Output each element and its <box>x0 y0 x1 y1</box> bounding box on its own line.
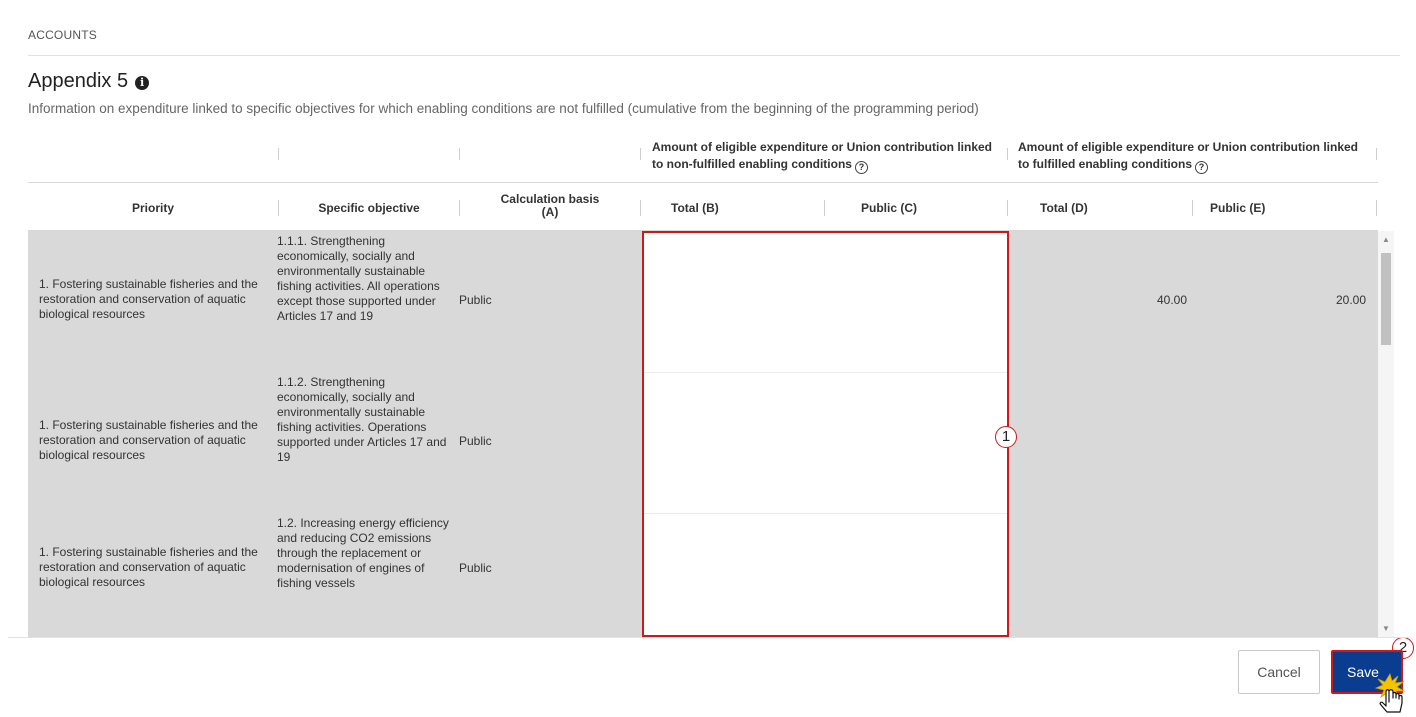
breadcrumb-divider <box>28 55 1400 56</box>
column-header-calculation-basis[interactable]: Calculation basis (A) <box>460 193 640 219</box>
cell-calculation-basis: Public <box>459 434 492 448</box>
group-header-fulfilled-label: Amount of eligible expenditure or Union … <box>1018 140 1358 171</box>
column-header-public-e[interactable]: Public (E) <box>1193 201 1376 215</box>
cell-public-c-input[interactable] <box>825 373 1008 513</box>
column-header-priority[interactable]: Priority <box>28 201 278 215</box>
cell-specific-objective: 1.1.1. Strengthening economically, socia… <box>277 234 440 323</box>
column-header-calculation-basis-line2: (A) <box>541 205 559 219</box>
column-header-total-d[interactable]: Total (D) <box>1008 201 1192 215</box>
table-group-header: Amount of eligible expenditure or Union … <box>28 127 1378 183</box>
appendix-table: Amount of eligible expenditure or Union … <box>28 127 1394 637</box>
cell-public-c-input[interactable] <box>825 514 1008 637</box>
column-separator <box>278 148 279 160</box>
cell-public-c-input[interactable] <box>825 231 1008 372</box>
help-icon[interactable]: ? <box>854 161 868 174</box>
column-separator <box>1376 148 1377 160</box>
group-header-non-fulfilled-label: Amount of eligible expenditure or Union … <box>652 140 992 171</box>
column-separator <box>1007 148 1008 160</box>
editable-cells-non-fulfilled[interactable] <box>642 231 1008 637</box>
cell-calculation-basis: Public <box>459 561 492 575</box>
cell-priority: 1. Fostering sustainable fisheries and t… <box>39 545 258 589</box>
column-separator <box>1376 200 1377 216</box>
cancel-button[interactable]: Cancel <box>1238 650 1320 694</box>
callout-marker-1: 1 <box>995 426 1017 448</box>
column-separator <box>459 148 460 160</box>
cell-specific-objective: 1.1.2. Strengthening economically, socia… <box>277 375 447 464</box>
column-header-public-c[interactable]: Public (C) <box>825 201 1007 215</box>
breadcrumb: ACCOUNTS <box>28 28 97 42</box>
footer-divider <box>8 637 1408 638</box>
page-subtitle: Information on expenditure linked to spe… <box>28 101 979 116</box>
page-title-text: Appendix 5 <box>28 70 129 92</box>
table-column-header: Priority Specific objective Calculation … <box>28 183 1378 231</box>
cell-total-b-input[interactable] <box>642 514 825 637</box>
cell-total-b-input[interactable] <box>642 231 825 372</box>
cell-priority: 1. Fostering sustainable fisheries and t… <box>39 418 258 462</box>
cell-total-b-input[interactable] <box>642 373 825 513</box>
help-icon[interactable]: ? <box>1195 161 1208 174</box>
cell-calculation-basis: Public <box>459 293 492 307</box>
group-header-non-fulfilled: Amount of eligible expenditure or Union … <box>652 139 997 174</box>
cell-specific-objective: 1.2. Increasing energy efficiency and re… <box>277 516 449 590</box>
column-header-total-b[interactable]: Total (B) <box>641 201 824 215</box>
page-title: Appendix 5 i <box>28 70 150 93</box>
table-body: 1. Fostering sustainable fisheries and t… <box>28 231 1378 637</box>
scrollbar-thumb[interactable] <box>1381 253 1391 345</box>
info-icon[interactable]: i <box>135 76 150 90</box>
group-header-fulfilled: Amount of eligible expenditure or Union … <box>1018 139 1363 174</box>
vertical-scrollbar[interactable]: ▲ ▼ <box>1378 231 1394 637</box>
scroll-down-icon[interactable]: ▼ <box>1382 624 1390 633</box>
column-separator <box>640 148 641 160</box>
cell-public-e: 20.00 <box>1335 293 1366 307</box>
cell-priority: 1. Fostering sustainable fisheries and t… <box>39 277 258 321</box>
column-header-specific-objective[interactable]: Specific objective <box>279 201 459 215</box>
hand-cursor-icon <box>1374 673 1406 713</box>
scroll-up-icon[interactable]: ▲ <box>1382 235 1390 244</box>
cell-total-d: 40.00 <box>1156 293 1187 307</box>
